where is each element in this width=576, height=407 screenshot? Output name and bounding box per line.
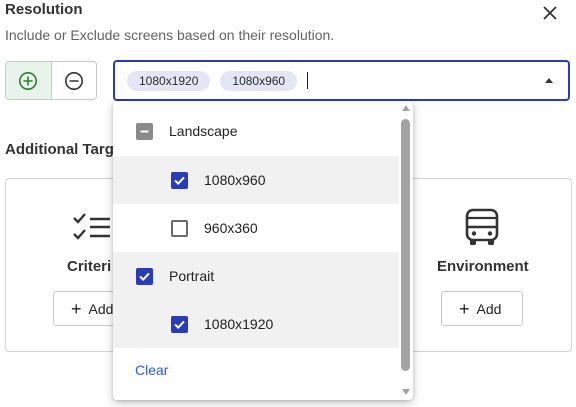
option-1080x1920[interactable]: 1080x1920 — [113, 300, 399, 348]
dialog-title: Resolution — [5, 1, 83, 18]
minus-circle-icon — [64, 71, 83, 90]
scroll-down-arrow-icon[interactable] — [402, 389, 410, 395]
scrollbar[interactable] — [399, 101, 413, 400]
option-label: 1080x1920 — [204, 316, 274, 332]
group-portrait[interactable]: Portrait — [113, 252, 399, 300]
add-label: Add — [476, 300, 502, 317]
close-icon — [543, 6, 557, 20]
criteria-label: Criteri — [67, 258, 112, 275]
dialog-subtitle: Include or Exclude screens based on thei… — [5, 27, 335, 43]
group-label: Portrait — [169, 268, 215, 284]
exclude-button[interactable] — [52, 62, 97, 99]
option-label: 960x360 — [204, 220, 258, 236]
add-label: Add — [88, 300, 114, 317]
unchecked-checkbox-icon[interactable] — [171, 219, 188, 237]
plus-circle-icon — [19, 71, 38, 90]
checked-checkbox-icon[interactable] — [171, 315, 188, 333]
checked-checkbox-icon[interactable] — [136, 267, 153, 285]
additional-targeting-heading: Additional Targ — [5, 141, 114, 158]
environment-add-button[interactable]: + Add — [441, 291, 523, 326]
scrollbar-thumb[interactable] — [401, 119, 410, 371]
group-landscape[interactable]: Landscape — [113, 107, 399, 155]
checklist-icon — [73, 213, 110, 240]
close-button[interactable] — [538, 1, 562, 25]
selected-chip[interactable]: 1080x1920 — [127, 70, 211, 91]
include-exclude-toggle — [5, 61, 97, 100]
clear-link[interactable]: Clear — [135, 362, 168, 378]
plus-icon: + — [459, 298, 470, 319]
plus-icon: + — [71, 298, 82, 319]
text-cursor — [307, 72, 309, 89]
resolution-dropdown-menu: Landscape 1080x960 960x360 Portrait 1080… — [113, 101, 413, 400]
resolution-select[interactable]: 1080x1920 1080x960 — [113, 60, 570, 101]
option-label: 1080x960 — [204, 172, 266, 188]
option-1080x960[interactable]: 1080x960 — [113, 156, 399, 204]
checked-checkbox-icon[interactable] — [171, 171, 188, 189]
group-label: Landscape — [169, 123, 238, 139]
dropdown-arrow-icon[interactable] — [545, 78, 553, 83]
include-button[interactable] — [6, 62, 52, 99]
selected-chip[interactable]: 1080x960 — [220, 70, 298, 91]
bus-icon — [465, 208, 499, 245]
environment-label: Environment — [437, 258, 529, 275]
option-960x360[interactable]: 960x360 — [113, 204, 399, 252]
indeterminate-checkbox-icon[interactable] — [136, 122, 153, 140]
scroll-up-arrow-icon[interactable] — [402, 105, 410, 111]
